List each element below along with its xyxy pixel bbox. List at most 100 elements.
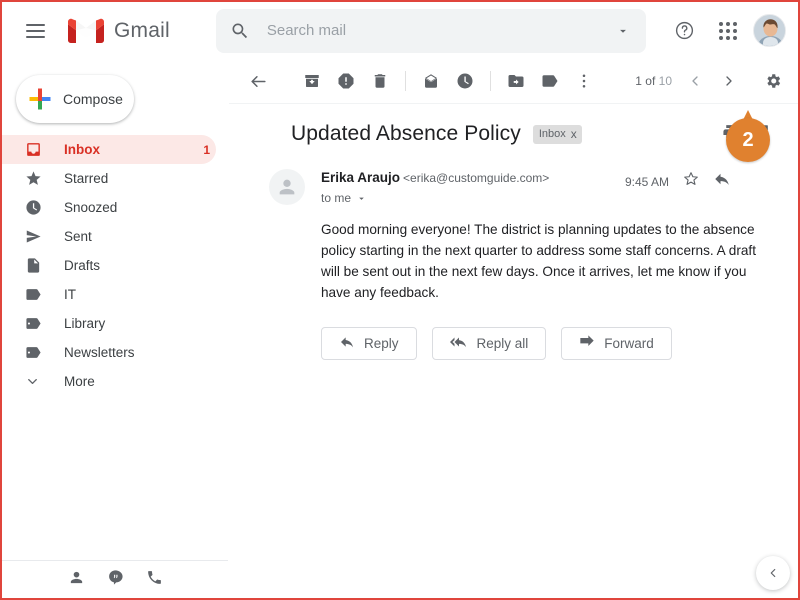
compose-label: Compose <box>63 91 123 107</box>
inbox-icon <box>25 141 47 158</box>
archive-icon[interactable] <box>295 64 329 98</box>
sender-row: Erika Araujo <erika@customguide.com> to m… <box>269 167 776 205</box>
sender-email: <erika@customguide.com> <box>403 171 550 185</box>
star-outline-icon[interactable] <box>682 170 700 193</box>
help-icon[interactable] <box>665 12 703 50</box>
contacts-icon[interactable] <box>68 569 85 591</box>
hangouts-icon[interactable] <box>107 569 124 591</box>
snooze-clock-icon[interactable] <box>448 64 482 98</box>
report-spam-icon[interactable] <box>329 64 363 98</box>
gmail-brand[interactable]: Gmail <box>68 17 170 44</box>
phone-icon[interactable] <box>146 569 163 591</box>
pagination-total: 10 <box>658 74 672 88</box>
sidebar-nav-list: Inbox 1 Starred Snoozed Sent Drafts IT L… <box>2 135 228 396</box>
message-timestamp: 9:45 AM <box>624 174 669 189</box>
top-header: Gmail <box>2 2 798 59</box>
gmail-app-window: Gmail Search mail Compose Inbox 1 Starre… <box>2 2 798 598</box>
sidebar-item-label: More <box>64 374 95 389</box>
reply-button[interactable]: Reply <box>321 327 417 360</box>
avatar[interactable] <box>753 14 786 47</box>
chevron-right-icon[interactable] <box>712 64 746 98</box>
page-title: Updated Absence Policy <box>291 122 521 145</box>
inbox-label-chip[interactable]: Inbox x <box>532 124 582 144</box>
callout-number: 2 <box>742 128 754 151</box>
label-icon <box>25 344 47 361</box>
label-icon <box>25 286 47 303</box>
forward-button[interactable]: Forward <box>561 327 672 360</box>
email-message: Updated Absence Policy Inbox x Erika Ara… <box>229 104 798 360</box>
sidebar: Compose Inbox 1 Starred Snoozed Sent Dra… <box>2 59 228 598</box>
sidebar-footer <box>2 560 228 598</box>
sidebar-item-sent[interactable]: Sent <box>2 222 216 251</box>
sidebar-item-library[interactable]: Library <box>2 309 216 338</box>
search-input[interactable] <box>266 22 612 39</box>
clock-icon <box>25 199 47 216</box>
sidebar-item-label: Snoozed <box>64 200 118 215</box>
brand-title: Gmail <box>114 18 170 42</box>
reply-arrow-icon[interactable] <box>713 170 731 193</box>
sidebar-item-drafts[interactable]: Drafts <box>2 251 216 280</box>
document-icon <box>25 257 47 274</box>
more-vertical-icon[interactable] <box>567 64 601 98</box>
plus-icon <box>29 88 51 110</box>
body-container: Compose Inbox 1 Starred Snoozed Sent Dra… <box>2 59 798 598</box>
reply-all-icon <box>449 334 468 353</box>
back-arrow-icon[interactable] <box>241 64 275 98</box>
gmail-logo-icon <box>68 17 104 44</box>
toolbar-divider <box>490 71 491 91</box>
sidebar-item-newsletters[interactable]: Newsletters <box>2 338 216 367</box>
sidebar-item-inbox[interactable]: Inbox 1 <box>2 135 216 164</box>
chevron-down-icon <box>359 197 364 200</box>
chevron-down-icon <box>25 374 47 389</box>
sidebar-item-starred[interactable]: Starred <box>2 164 216 193</box>
search-options-chevron-down-icon[interactable] <box>612 20 634 42</box>
reply-button-label: Reply <box>364 336 399 351</box>
step-callout-2: 2 <box>726 110 770 162</box>
sender-info: Erika Araujo <erika@customguide.com> to m… <box>321 167 549 205</box>
pagination-label: 1 of 10 <box>635 74 672 88</box>
move-to-folder-icon[interactable] <box>499 64 533 98</box>
reading-pane: 1 of 10 Updated Absence Policy Inbox x E… <box>228 59 798 598</box>
sidebar-item-it[interactable]: IT <box>2 280 216 309</box>
toolbar-divider <box>405 71 406 91</box>
message-actions: 9:45 AM <box>625 167 776 193</box>
person-placeholder-icon <box>269 169 305 205</box>
sidebar-item-label: Inbox <box>64 142 100 157</box>
sidebar-item-label: Starred <box>64 171 109 186</box>
reply-all-button-label: Reply all <box>476 336 529 351</box>
gear-icon[interactable] <box>756 64 790 98</box>
search-bar[interactable] <box>215 8 646 53</box>
label-icon[interactable] <box>533 64 567 98</box>
sidebar-item-label: Sent <box>64 229 92 244</box>
recipient-row[interactable]: to me <box>321 191 549 205</box>
sidebar-item-label: Newsletters <box>64 345 135 360</box>
label-chip-text: Inbox <box>538 127 566 140</box>
collapse-panel-button[interactable] <box>756 556 790 590</box>
compose-button[interactable]: Compose <box>16 75 134 123</box>
pagination-current: 1 of <box>635 74 659 88</box>
hamburger-icon[interactable] <box>16 12 54 50</box>
sidebar-item-snoozed[interactable]: Snoozed <box>2 193 216 222</box>
apps-grid-icon[interactable] <box>709 12 747 50</box>
chevron-left-icon <box>770 568 776 578</box>
sidebar-item-label: IT <box>64 287 76 302</box>
close-icon[interactable]: x <box>571 127 577 141</box>
forward-icon <box>579 334 595 353</box>
reply-icon <box>339 334 355 353</box>
header-actions <box>665 12 786 50</box>
sidebar-item-more[interactable]: More <box>2 367 216 396</box>
sidebar-item-label: Library <box>64 316 106 331</box>
send-icon <box>25 228 47 245</box>
forward-button-label: Forward <box>604 336 654 351</box>
label-icon <box>25 315 47 332</box>
reply-all-button[interactable]: Reply all <box>431 327 547 360</box>
chevron-left-icon[interactable] <box>678 64 712 98</box>
subject-row: Updated Absence Policy Inbox x <box>269 122 776 146</box>
mark-unread-icon[interactable] <box>414 64 448 98</box>
search-icon[interactable] <box>230 21 250 41</box>
sender-name: Erika Araujo <box>321 170 401 185</box>
trash-icon[interactable] <box>363 64 397 98</box>
recipient-label: to me <box>321 191 352 205</box>
message-reply-actions: Reply Reply all Forward <box>321 327 776 360</box>
star-icon <box>25 170 47 187</box>
